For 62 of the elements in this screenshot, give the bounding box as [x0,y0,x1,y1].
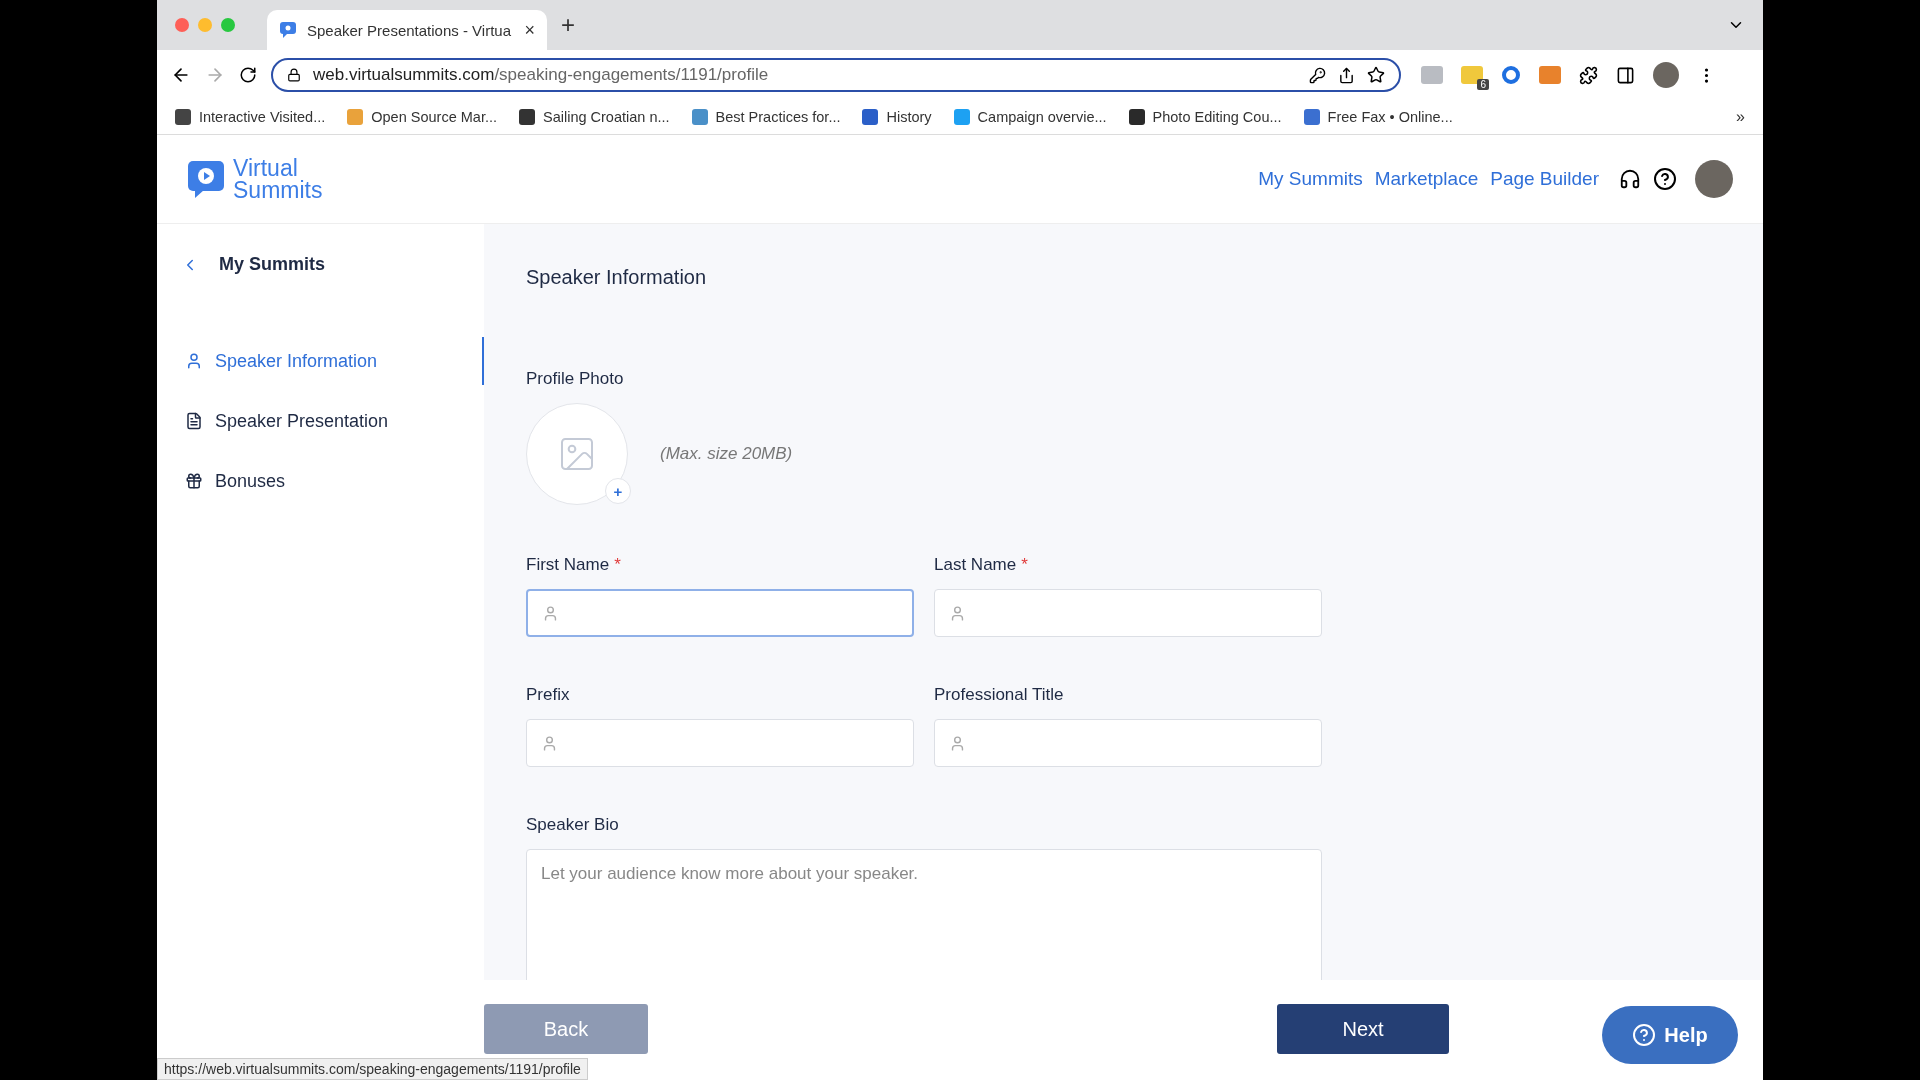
help-icon [1632,1023,1657,1047]
gift-icon [185,472,203,490]
add-photo-button[interactable]: + [605,478,631,504]
more-bookmarks-button[interactable]: » [1736,108,1745,126]
help-icon[interactable] [1653,167,1677,191]
person-icon [949,734,966,752]
address-bar[interactable]: web.virtualsummits.com/speaking-engagements/1191/profile [271,58,1401,92]
person-icon [949,604,966,622]
extension-badge: 6 [1477,79,1489,90]
ring-icon[interactable] [1501,65,1521,85]
logo-icon [187,159,227,199]
extension-icon[interactable] [1461,66,1483,84]
bookmark-item[interactable]: Interactive Visited... [175,109,326,125]
bookmark-item[interactable]: Campaign overvie... [953,109,1107,125]
url-text: web.virtualsummits.com/speaking-engagements/1191/profile [313,65,770,85]
nav-link[interactable]: Marketplace [1374,168,1479,190]
person-icon [542,604,559,622]
sidebar-item[interactable]: Bonuses [157,457,484,505]
field-label: First Name * [526,555,622,575]
field-label: Last Name * [934,555,1029,575]
help-button[interactable]: Help [1602,1006,1738,1064]
person-icon [185,352,203,370]
user-avatar[interactable] [1695,160,1733,198]
lock-icon [287,68,301,82]
nav-link[interactable]: My Summits [1258,168,1363,190]
browser-tab[interactable]: Speaker Presentations - Virtua × [267,10,547,50]
logo-text: Virtual Summits [233,157,323,201]
bookmark-item[interactable]: Best Practices for... [691,109,841,125]
next-button[interactable]: Next [1277,1004,1449,1054]
bookmark-item[interactable]: Open Source Mar... [347,109,497,125]
reload-icon[interactable] [239,66,257,84]
input-field[interactable] [526,589,914,637]
star-icon[interactable] [1367,66,1385,84]
field-label: Profile Photo [526,369,625,389]
new-tab-button[interactable]: + [561,11,575,39]
profile-avatar[interactable] [1653,62,1679,88]
side-panel-icon[interactable] [1616,65,1635,85]
required-mark: * [1021,555,1028,574]
person-icon [541,734,558,752]
nav-link[interactable]: Page Builder [1490,168,1599,190]
key-icon[interactable] [1309,66,1326,84]
support-agent-icon[interactable] [1619,168,1641,190]
bio-field[interactable]: Let your audience know more about your speaker. [526,849,1322,980]
photo-upload[interactable]: + [526,403,628,505]
status-url: https://web.virtualsummits.com/speaking-engagements/1191/profile [157,1058,588,1080]
share-icon[interactable] [1338,66,1355,84]
bookmark-item[interactable]: Free Fax • Online... [1303,109,1453,125]
puzzle-icon[interactable] [1579,65,1598,85]
section-title: Speaker Information [526,266,708,289]
size-hint: (Max. size 20MB) [660,444,793,464]
field-label: Professional Title [934,685,1065,705]
field-label: Speaker Bio [526,815,620,835]
required-mark: * [614,555,621,574]
back-to-summits-link[interactable]: My Summits [157,254,484,275]
bookmark-item[interactable]: Sailing Croatian n... [519,109,670,125]
sidebar-item[interactable]: Speaker Presentation [157,397,484,445]
bookmark-item[interactable]: History [862,109,932,125]
document-icon [185,412,203,430]
bookmark-item[interactable]: Photo Editing Cou... [1128,109,1282,125]
speech-bubble-icon [279,21,297,39]
close-tab-button[interactable]: × [524,19,535,41]
field-label: Prefix [526,685,571,705]
